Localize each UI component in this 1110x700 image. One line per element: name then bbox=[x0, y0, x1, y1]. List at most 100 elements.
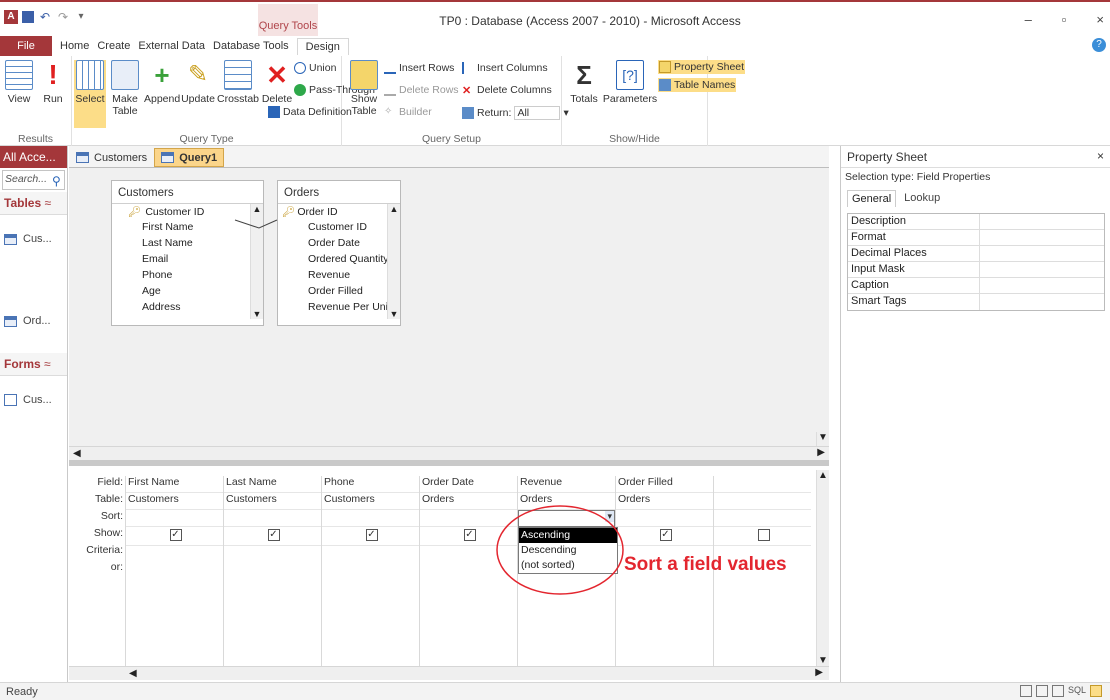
table-cell[interactable]: Customers bbox=[224, 493, 321, 510]
relationship-line bbox=[234, 219, 278, 229]
totals-button[interactable]: Σ Totals bbox=[564, 60, 604, 105]
view-switcher: SQL bbox=[1019, 685, 1102, 697]
save-icon[interactable] bbox=[22, 11, 34, 23]
table-cell[interactable]: Customers bbox=[126, 493, 223, 510]
property-row[interactable]: Input Mask bbox=[848, 262, 1104, 278]
tab-lookup[interactable]: Lookup bbox=[900, 190, 944, 207]
collapse-icon: ≈ bbox=[44, 357, 51, 371]
undo-icon[interactable]: ↶ bbox=[38, 10, 52, 24]
show-checkbox[interactable]: ✓ bbox=[267, 529, 280, 541]
tab-external-data[interactable]: External Data bbox=[138, 40, 205, 52]
append-button[interactable]: + Append bbox=[144, 60, 180, 105]
property-row[interactable]: Description bbox=[848, 214, 1104, 230]
grid-horizontal-scrollbar[interactable]: ◀ ▶ bbox=[69, 666, 829, 680]
property-sheet-button[interactable]: Property Sheet bbox=[658, 60, 746, 74]
datasheet-view-icon[interactable] bbox=[1019, 685, 1032, 697]
select-query-button[interactable]: Select bbox=[74, 60, 106, 128]
field-cell[interactable]: Last Name bbox=[224, 476, 321, 493]
grid-vertical-scrollbar[interactable]: ▲ ▼ bbox=[816, 470, 829, 666]
pivot-view-icon[interactable] bbox=[1035, 685, 1048, 697]
table-cell[interactable] bbox=[714, 493, 811, 510]
property-sheet-tabs: General Lookup bbox=[841, 186, 1110, 209]
redo-icon[interactable]: ↷ bbox=[56, 10, 70, 24]
nav-item-customers-form[interactable]: Cus... bbox=[0, 390, 67, 410]
tab-home[interactable]: Home bbox=[60, 40, 89, 52]
insert-columns-button[interactable]: Insert Columns bbox=[462, 62, 548, 74]
delete-query-button[interactable]: ✕ Delete bbox=[260, 60, 294, 105]
sort-cell[interactable] bbox=[224, 510, 321, 527]
show-checkbox[interactable] bbox=[757, 529, 770, 541]
table-names-button[interactable]: Table Names bbox=[658, 78, 737, 92]
group-query-type: Select Make Table + Append ✎ Update Cros… bbox=[72, 56, 375, 146]
data-definition-button[interactable]: Data Definition bbox=[268, 106, 352, 118]
table-cell[interactable]: Customers bbox=[322, 493, 419, 510]
search-icon[interactable]: ⚲ bbox=[52, 174, 61, 188]
doc-tab-customers[interactable]: Customers bbox=[69, 148, 154, 167]
sort-cell[interactable] bbox=[322, 510, 419, 527]
show-checkbox[interactable]: ✓ bbox=[659, 529, 672, 541]
show-cell: ✓ bbox=[616, 529, 713, 546]
insert-columns-icon bbox=[462, 62, 474, 74]
tab-design[interactable]: Design bbox=[296, 37, 349, 55]
grid-column[interactable]: Phone Customers ✓ bbox=[321, 476, 419, 666]
crosstab-button[interactable]: Crosstab bbox=[216, 60, 260, 105]
view-button[interactable]: View bbox=[4, 60, 34, 105]
design-view-icon[interactable] bbox=[1090, 685, 1102, 697]
parameters-button[interactable]: [?] Parameters bbox=[602, 60, 658, 105]
builder-button[interactable]: ✧ Builder bbox=[384, 106, 432, 118]
return-icon bbox=[462, 107, 474, 119]
property-row[interactable]: Format bbox=[848, 230, 1104, 246]
tab-database-tools[interactable]: Database Tools bbox=[213, 40, 289, 52]
return-dropdown[interactable]: Return: All ▾ bbox=[462, 106, 569, 120]
customize-qat-icon[interactable]: ▾ bbox=[74, 10, 88, 24]
show-checkbox[interactable]: ✓ bbox=[169, 529, 182, 541]
tab-general[interactable]: General bbox=[847, 190, 897, 207]
field-cell[interactable]: Order Date bbox=[420, 476, 517, 493]
property-row[interactable]: Caption bbox=[848, 278, 1104, 294]
chart-view-icon[interactable] bbox=[1051, 685, 1064, 697]
nav-item-customers-table[interactable]: Cus... bbox=[0, 229, 67, 249]
globe-icon bbox=[294, 84, 306, 96]
update-button[interactable]: ✎ Update bbox=[180, 60, 216, 105]
delete-rows-button[interactable]: Delete Rows bbox=[384, 84, 459, 96]
nav-group-tables[interactable]: Tables ≈ bbox=[0, 192, 67, 215]
sql-view-icon[interactable]: SQL bbox=[1068, 685, 1086, 697]
sort-cell[interactable] bbox=[126, 510, 223, 527]
minimize-button[interactable]: – bbox=[1025, 12, 1032, 27]
restore-button[interactable]: ▫ bbox=[1062, 12, 1067, 27]
close-button[interactable]: × bbox=[1096, 12, 1104, 27]
nav-group-forms[interactable]: Forms ≈ bbox=[0, 353, 67, 376]
field-cell[interactable]: Order Filled bbox=[616, 476, 713, 493]
field-cell[interactable]: First Name bbox=[126, 476, 223, 493]
tab-file[interactable]: File bbox=[0, 36, 52, 56]
show-checkbox[interactable]: ✓ bbox=[365, 529, 378, 541]
sort-cell[interactable] bbox=[714, 510, 811, 527]
field-cell[interactable]: Revenue bbox=[518, 476, 615, 493]
help-icon[interactable]: ? bbox=[1092, 38, 1106, 52]
grid-column[interactable]: Last Name Customers ✓ bbox=[223, 476, 321, 666]
property-row[interactable]: Smart Tags bbox=[848, 294, 1104, 310]
doc-tab-query1[interactable]: Query1 bbox=[154, 148, 225, 167]
upper-horizontal-scrollbar[interactable]: ◀ ▶ bbox=[69, 446, 829, 460]
property-row[interactable]: Decimal Places bbox=[848, 246, 1104, 262]
delete-x-icon: ✕ bbox=[266, 60, 288, 90]
nav-item-orders-table[interactable]: Ord... bbox=[0, 311, 67, 331]
table-cell[interactable]: Orders bbox=[616, 493, 713, 510]
field-cell[interactable]: Phone bbox=[322, 476, 419, 493]
show-cell: ✓ bbox=[322, 529, 419, 546]
scroll-down-arrow-icon[interactable]: ▼ bbox=[816, 432, 829, 446]
insert-rows-button[interactable]: Insert Rows bbox=[384, 62, 454, 74]
make-table-button[interactable]: Make Table bbox=[108, 60, 142, 117]
field-cell[interactable] bbox=[714, 476, 811, 493]
tab-create[interactable]: Create bbox=[97, 40, 130, 52]
nav-header[interactable]: All Acce... bbox=[0, 146, 67, 168]
show-checkbox[interactable]: ✓ bbox=[463, 529, 476, 541]
show-table-icon bbox=[350, 60, 378, 90]
union-button[interactable]: Union bbox=[294, 62, 336, 74]
sort-cell[interactable] bbox=[616, 510, 713, 527]
show-table-button[interactable]: Show Table bbox=[348, 60, 380, 117]
delete-columns-button[interactable]: ✕ Delete Columns bbox=[462, 84, 552, 97]
close-icon[interactable]: × bbox=[1097, 149, 1104, 163]
run-button[interactable]: ! Run bbox=[38, 60, 68, 106]
grid-column[interactable]: First Name Customers ✓ bbox=[125, 476, 223, 666]
